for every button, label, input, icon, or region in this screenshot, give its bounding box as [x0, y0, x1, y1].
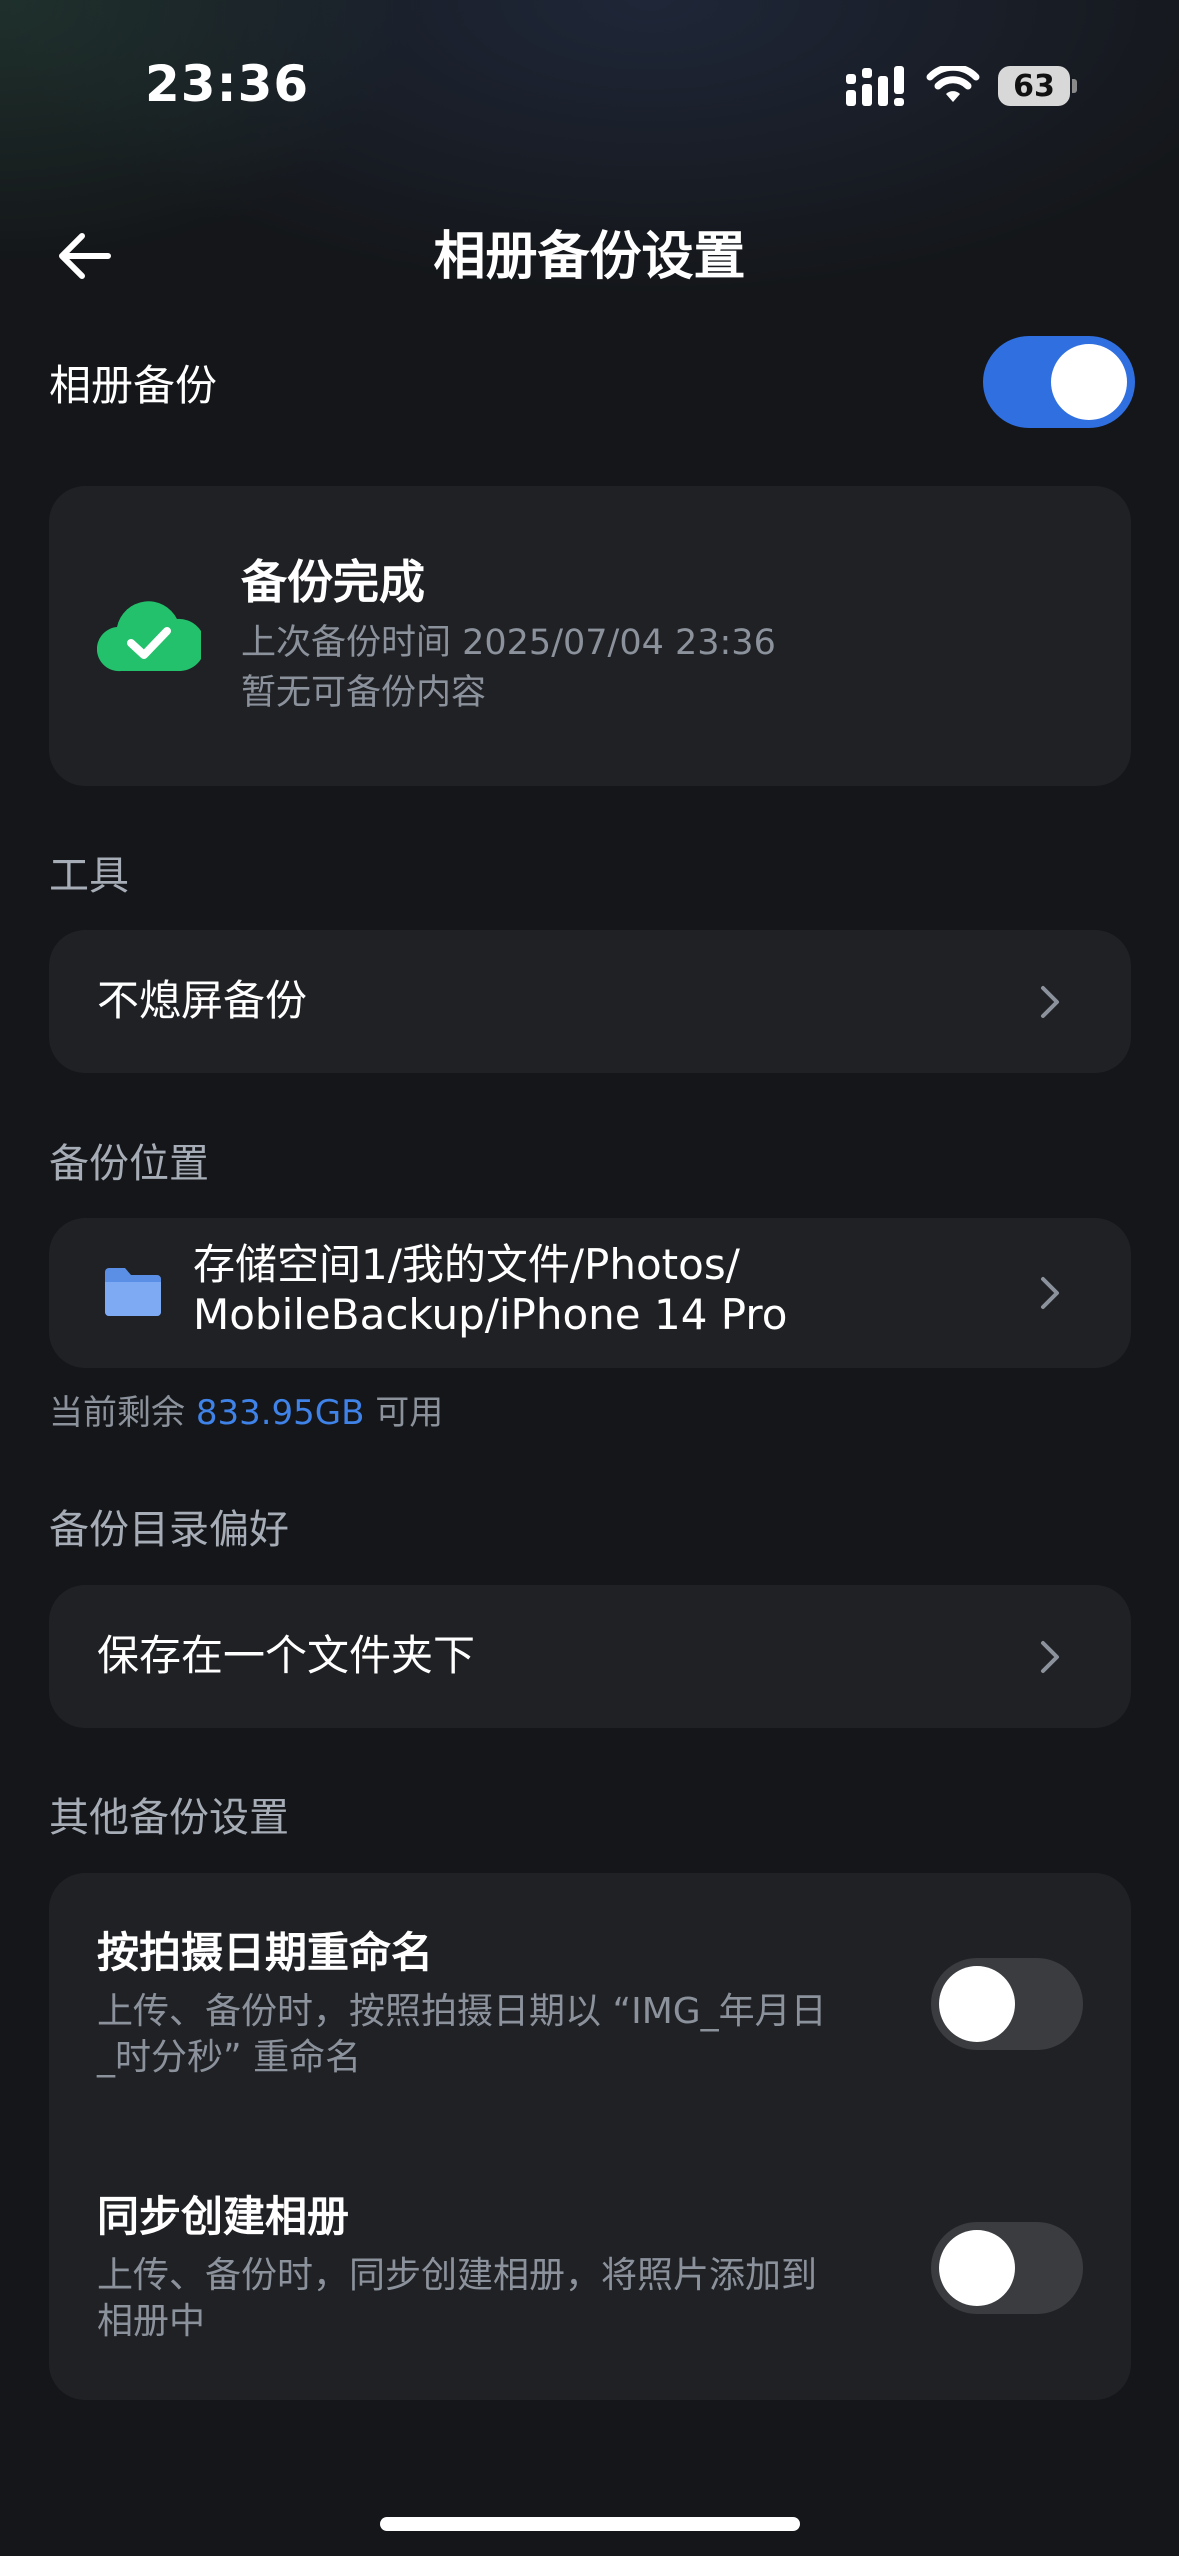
available-prefix: 当前剩余: [49, 1393, 185, 1433]
directory-preference-item[interactable]: 保存在一个文件夹下: [49, 1585, 1131, 1728]
home-indicator: [380, 2517, 800, 2531]
rename-desc-line2: _时分秒” 重命名: [97, 2037, 362, 2078]
other-section-label: 其他备份设置: [49, 1795, 289, 1841]
battery-level: 63: [998, 66, 1070, 106]
sync-album-toggle[interactable]: [931, 2222, 1083, 2314]
last-backup-time: 上次备份时间 2025/07/04 23:36: [241, 623, 776, 663]
other-settings-card: 按拍摄日期重命名 上传、备份时，按照拍摄日期以 “IMG_年月日 _时分秒” 重…: [49, 1873, 1131, 2400]
battery-icon: 63: [998, 66, 1078, 106]
directory-section-label: 备份目录偏好: [49, 1507, 289, 1553]
toggle-knob: [939, 2230, 1015, 2306]
sync-album-title: 同步创建相册: [97, 2192, 350, 2241]
battery-cap: [1072, 79, 1077, 93]
backup-status-title: 备份完成: [241, 555, 425, 609]
chevron-right-icon: [1041, 1277, 1059, 1309]
rename-by-date-toggle[interactable]: [931, 1958, 1083, 2050]
rename-desc-line1: 上传、备份时，按照拍摄日期以 “IMG_年月日: [97, 1991, 827, 2032]
location-path-line1: 存储空间1/我的文件/Photos/: [193, 1240, 740, 1289]
available-value: 833.95GB: [195, 1393, 365, 1433]
sync-desc-line1: 上传、备份时，同步创建相册，将照片添加到: [97, 2255, 818, 2296]
album-backup-toggle[interactable]: [983, 336, 1135, 428]
cloud-check-icon: [97, 601, 201, 672]
toggle-knob: [1051, 344, 1127, 420]
sync-album-desc: 上传、备份时，同步创建相册，将照片添加到 相册中: [97, 2253, 927, 2345]
back-button[interactable]: [50, 222, 120, 292]
backup-location-item[interactable]: 存储空间1/我的文件/Photos/ MobileBackup/iPhone 1…: [49, 1218, 1131, 1368]
available-suffix: 可用: [375, 1393, 444, 1433]
keep-screen-on-item[interactable]: 不熄屏备份: [49, 930, 1131, 1073]
backup-note: 暂无可备份内容: [241, 673, 487, 713]
chevron-right-icon: [1041, 986, 1059, 1018]
chevron-right-icon: [1041, 1641, 1059, 1673]
directory-preference-label: 保存在一个文件夹下: [97, 1631, 476, 1680]
wifi-icon: [926, 66, 980, 102]
sync-desc-line2: 相册中: [97, 2301, 206, 2342]
rename-by-date-desc: 上传、备份时，按照拍摄日期以 “IMG_年月日 _时分秒” 重命名: [97, 1989, 927, 2081]
folder-icon: [105, 1268, 161, 1316]
rename-by-date-title: 按拍摄日期重命名: [97, 1928, 434, 1977]
tools-section-label: 工具: [49, 853, 129, 899]
toggle-knob: [939, 1966, 1015, 2042]
signal-icon: [846, 66, 904, 106]
location-path-line2: MobileBackup/iPhone 14 Pro: [193, 1290, 788, 1339]
backup-status-card: 备份完成 上次备份时间 2025/07/04 23:36 暂无可备份内容: [49, 486, 1131, 786]
page-title: 相册备份设置: [433, 227, 746, 287]
keep-screen-on-label: 不熄屏备份: [97, 976, 308, 1025]
available-space: 当前剩余 833.95GB 可用: [49, 1388, 443, 1438]
arrow-left-icon: [59, 233, 111, 279]
location-section-label: 备份位置: [49, 1141, 209, 1187]
album-backup-label: 相册备份: [49, 361, 218, 410]
status-time: 23:36: [145, 55, 310, 113]
